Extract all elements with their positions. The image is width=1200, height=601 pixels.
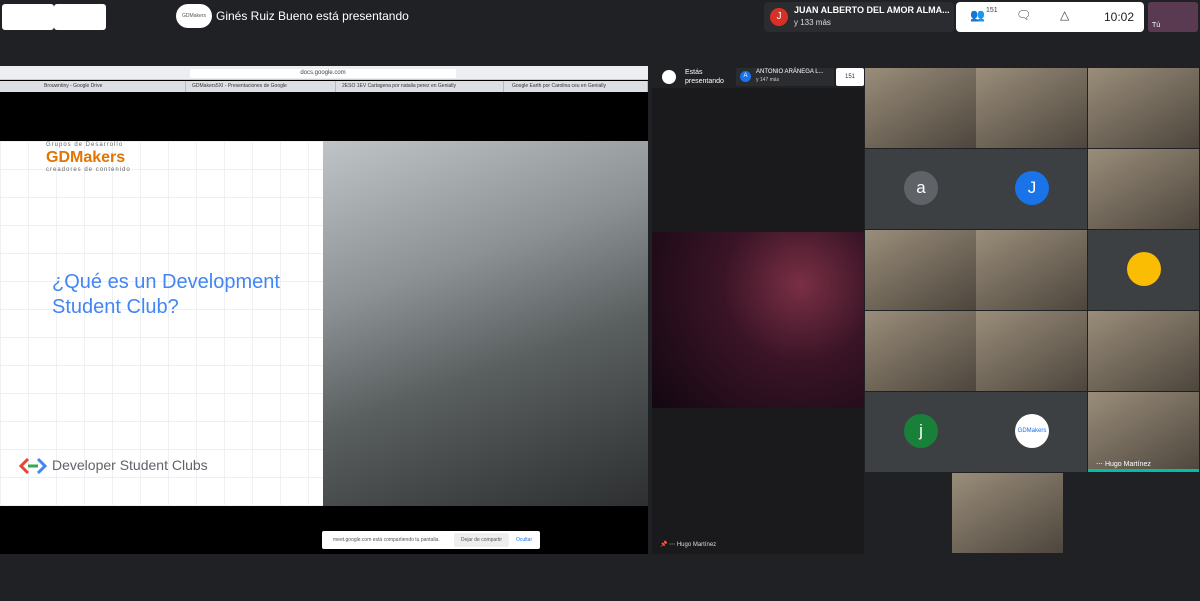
browser-tab[interactable]: Google Earth por Carolina ceu en Geniall… xyxy=(508,81,648,92)
participant-tile[interactable] xyxy=(952,473,1063,553)
app-logo-1 xyxy=(2,4,54,30)
main-video xyxy=(652,232,864,408)
participant-avatar: j xyxy=(904,414,938,448)
presenting-label: Ginés Ruiz Bueno está presentando xyxy=(216,9,409,23)
participant-tile[interactable] xyxy=(976,311,1087,391)
participant-tile[interactable] xyxy=(1088,149,1199,229)
slide-photo xyxy=(323,141,648,506)
mid-speaker-avatar: A xyxy=(740,71,751,82)
participant-tile[interactable] xyxy=(865,230,976,310)
mid-footer: 📌 ⋯ Hugo Martínez xyxy=(660,541,716,548)
chat-icon[interactable]: 🗨 xyxy=(1016,8,1031,22)
presenter-logo: GDMakers xyxy=(176,4,212,28)
dsc-logo-icon xyxy=(18,457,48,475)
participant-tile[interactable] xyxy=(865,311,976,391)
participant-tile[interactable] xyxy=(1088,68,1199,148)
slide-brand: GDMakers xyxy=(46,149,126,166)
participant-tile[interactable]: j xyxy=(865,392,976,472)
pin-icon[interactable]: 📌 xyxy=(660,542,667,548)
app-logo-2 xyxy=(54,4,106,30)
stop-sharing-button[interactable]: Dejar de compartir xyxy=(454,533,509,547)
mid-people-count[interactable]: 151 xyxy=(836,68,864,86)
participant-avatar: J xyxy=(1015,171,1049,205)
activities-icon[interactable]: △ xyxy=(1060,8,1069,22)
controls-panel: 👥 151 🗨 △ 10:02 xyxy=(956,2,1144,32)
more-icon[interactable]: ⋯ xyxy=(669,542,677,548)
browser-tab[interactable]: 2ESO 1EV Cartagena por natalia perez en … xyxy=(338,81,504,92)
presentando-text: presentando xyxy=(685,78,724,85)
people-icon[interactable]: 👥 xyxy=(970,8,985,22)
active-speaker-chip[interactable]: J JUAN ALBERTO DEL AMOR ALMA... y 133 má… xyxy=(764,2,954,32)
slide-title: ¿Qué es un Development Student Club? xyxy=(52,271,280,318)
slide-brand-sub: creadores de contenido xyxy=(46,167,131,173)
url-field[interactable]: docs.google.com xyxy=(190,69,456,78)
participant-tile[interactable] xyxy=(1088,230,1199,310)
estas-text: Estás xyxy=(685,69,703,76)
participant-tile[interactable]: GDMakers xyxy=(976,392,1087,472)
hide-button[interactable]: Ocultar xyxy=(516,537,532,543)
participant-name: ⋯ Hugo Martínez xyxy=(1096,461,1151,468)
participant-tile[interactable]: a xyxy=(865,149,976,229)
participant-tile[interactable] xyxy=(976,230,1087,310)
participant-avatar: a xyxy=(904,171,938,205)
browser-tab[interactable]: GDMakers5XI - Presentaciones de Google xyxy=(188,81,336,92)
participants-count: 151 xyxy=(986,7,998,14)
participant-avatar xyxy=(1127,252,1161,286)
participant-tile[interactable]: ⋯ Hugo Martínez xyxy=(1088,392,1199,472)
participant-tile[interactable] xyxy=(865,68,976,148)
presenting-status: Estás presentando xyxy=(685,68,724,86)
mid-speaker-more: y 147 más xyxy=(756,77,780,83)
dsc-label: Developer Student Clubs xyxy=(52,457,208,473)
participant-logo: GDMakers xyxy=(1015,414,1049,448)
speaker-avatar: J xyxy=(770,8,788,26)
slide-panel xyxy=(0,141,323,506)
mid-speaker-name: ANTONIO ARÁNEGA L... xyxy=(756,69,824,75)
active-speaker-indicator xyxy=(1088,469,1199,472)
slide-grupos: Grupos de Desarrollo xyxy=(46,142,124,148)
participant-tile[interactable] xyxy=(1088,311,1199,391)
speaker-name: JUAN ALBERTO DEL AMOR ALMA... xyxy=(794,5,950,15)
participant-tile[interactable]: J xyxy=(976,149,1087,229)
self-label: Tú xyxy=(1152,22,1161,29)
share-notice-text: meet.google.com está compartiendo tu pan… xyxy=(333,537,440,543)
screen-share-notice: meet.google.com está compartiendo tu pan… xyxy=(322,531,540,549)
mid-footer-name: Hugo Martínez xyxy=(676,542,717,548)
browser-tab[interactable]: Brouwntiny - Google Drive xyxy=(40,81,186,92)
speaker-more: y 133 más xyxy=(794,18,831,27)
participant-tile[interactable] xyxy=(976,68,1087,148)
presenter-mini-logo xyxy=(662,70,676,84)
clock: 10:02 xyxy=(1104,10,1135,24)
